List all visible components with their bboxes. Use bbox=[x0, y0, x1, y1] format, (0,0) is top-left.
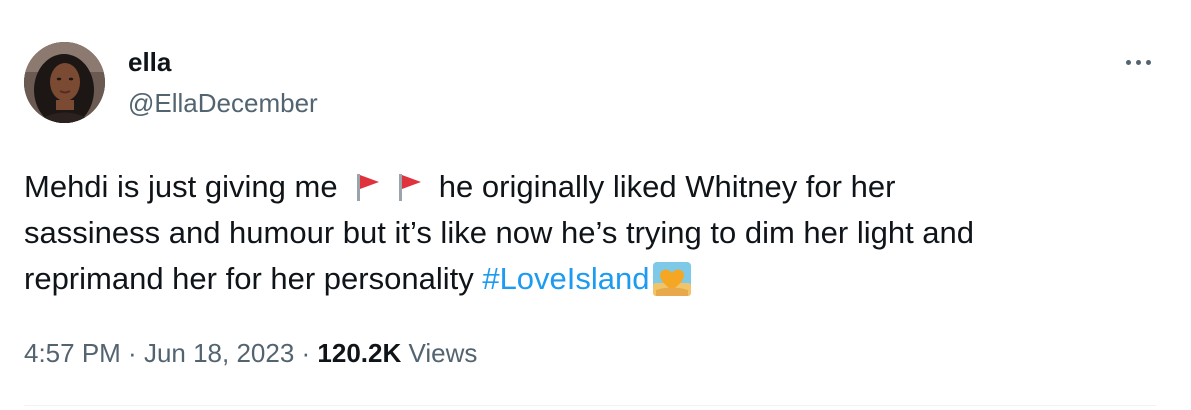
tweet-text-segment: Mehdi is just giving me bbox=[24, 169, 347, 204]
views-count: 120.2K bbox=[317, 338, 402, 368]
meta-separator: · bbox=[120, 338, 144, 368]
tweet-text: Mehdi is just giving me he originally li… bbox=[24, 164, 1144, 302]
more-dot-icon bbox=[1125, 59, 1131, 65]
author-handle[interactable]: @EllaDecember bbox=[128, 88, 318, 118]
more-dot-icon bbox=[1145, 59, 1151, 65]
divider bbox=[24, 405, 1156, 406]
tweet-text-segment: he originally liked Whitney for her bbox=[430, 169, 896, 204]
tweet-line: sassiness and humour but it’s like now h… bbox=[24, 210, 1144, 256]
views-label: Views bbox=[408, 338, 478, 368]
tweet-card: ella @EllaDecember Mehdi is just giving … bbox=[0, 0, 1191, 410]
avatar[interactable] bbox=[24, 42, 105, 123]
red-flag-icon bbox=[399, 174, 422, 201]
more-options-button[interactable] bbox=[1118, 50, 1158, 74]
heart-sunset-emoji-icon bbox=[652, 262, 691, 296]
author-display-name[interactable]: ella bbox=[128, 47, 171, 77]
tweet-line: Mehdi is just giving me he originally li… bbox=[24, 164, 1144, 210]
tweet-time[interactable]: 4:57 PM bbox=[24, 338, 121, 368]
meta-separator: · bbox=[294, 338, 318, 368]
more-dot-icon bbox=[1135, 59, 1141, 65]
red-flag-icon bbox=[357, 174, 380, 201]
tweet-text-segment: reprimand her for her personality bbox=[24, 261, 483, 296]
avatar-photo-icon bbox=[24, 42, 105, 123]
tweet-date[interactable]: Jun 18, 2023 bbox=[144, 338, 294, 368]
tweet-meta: 4:57 PM · Jun 18, 2023 · 120.2K Views bbox=[24, 336, 477, 370]
tweet-text-segment: sassiness and humour but it’s like now h… bbox=[24, 215, 975, 250]
hashtag-link[interactable]: #LoveIsland bbox=[482, 261, 649, 296]
tweet-line: reprimand her for her personality #LoveI… bbox=[24, 256, 1144, 302]
